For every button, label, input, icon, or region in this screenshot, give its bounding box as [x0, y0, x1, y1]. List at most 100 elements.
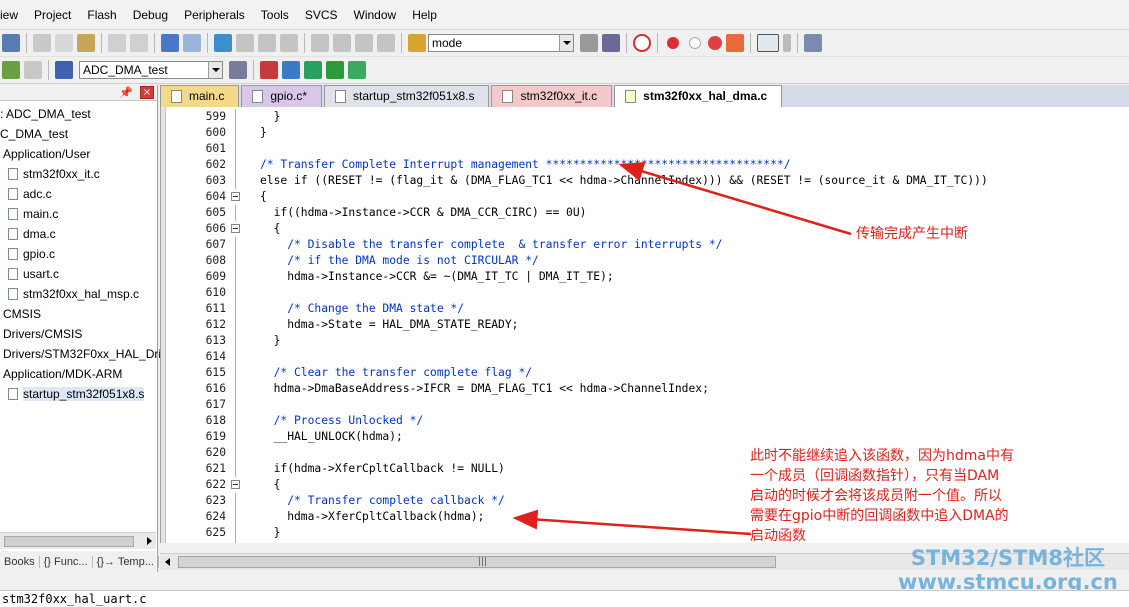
arrow-left-icon[interactable] — [165, 558, 170, 566]
chevron-down-icon[interactable] — [783, 34, 791, 52]
find-combo[interactable]: mode — [428, 34, 574, 52]
nav-forward-icon[interactable] — [183, 34, 201, 52]
manage-rte-icon[interactable] — [326, 61, 344, 79]
tab-books[interactable]: Books — [0, 555, 40, 568]
target-select[interactable]: ADC_DMA_test — [79, 61, 223, 79]
project-file-item[interactable]: gpio.c — [0, 244, 156, 264]
file-icon — [8, 188, 18, 200]
disable-breakpoint-icon[interactable] — [689, 37, 701, 49]
menu-tools[interactable]: Tools — [261, 8, 289, 22]
tab-file[interactable]: startup_stm32f051x8.s — [324, 85, 490, 107]
file-icon — [502, 90, 514, 103]
code-line: 615 /* Clear the transfer complete flag … — [166, 365, 1129, 381]
project-item-label: CMSIS — [3, 307, 42, 321]
toolbar-separator — [48, 60, 49, 80]
chevron-down-icon[interactable] — [208, 62, 222, 78]
project-group-item[interactable]: Drivers/CMSIS — [0, 324, 156, 344]
window-layout-icon[interactable] — [757, 34, 779, 52]
uncomment-icon[interactable] — [377, 34, 395, 52]
cut-icon[interactable] — [33, 34, 51, 52]
project-item-label: usart.c — [23, 267, 60, 281]
indent-icon[interactable] — [311, 34, 329, 52]
annotation-line: 启动函数 — [750, 528, 806, 544]
incremental-find-icon[interactable] — [602, 34, 620, 52]
clear-bookmarks-icon[interactable] — [280, 34, 298, 52]
code-text: } — [260, 110, 281, 123]
menu-peripherals[interactable]: Peripherals — [184, 8, 245, 22]
project-file-item[interactable]: main.c — [0, 204, 156, 224]
tab-functions[interactable]: {} Func... — [40, 555, 93, 568]
menu-window[interactable]: Window — [354, 8, 397, 22]
chevron-down-icon[interactable] — [559, 35, 573, 51]
project-group-item[interactable]: : ADC_DMA_test — [0, 104, 156, 124]
tab-templates[interactable]: {}→ Temp... — [93, 555, 159, 568]
project-group-item[interactable]: Drivers/STM32F0xx_HAL_Driv — [0, 344, 167, 364]
tab-file[interactable]: gpio.c* — [241, 85, 323, 107]
configure-icon[interactable] — [804, 34, 822, 52]
menu-debug[interactable]: Debug — [133, 8, 168, 22]
project-file-item[interactable]: dma.c — [0, 224, 156, 244]
unindent-icon[interactable] — [333, 34, 351, 52]
undo-icon[interactable] — [108, 34, 126, 52]
redo-icon[interactable] — [130, 34, 148, 52]
kill-breakpoints-icon[interactable] — [708, 36, 722, 50]
file-icon — [8, 248, 18, 260]
save-all-icon[interactable] — [2, 34, 20, 52]
project-group-item[interactable]: CMSIS — [0, 304, 156, 324]
tab-file[interactable]: stm32f0xx_it.c — [491, 85, 613, 107]
manage-project-icon[interactable] — [260, 61, 278, 79]
clear-breakpoints-icon[interactable] — [726, 34, 744, 52]
prev-bookmark-icon[interactable] — [236, 34, 254, 52]
find-icon[interactable] — [580, 34, 598, 52]
copy-icon[interactable] — [55, 34, 73, 52]
build-icon[interactable] — [24, 61, 42, 79]
scroll-thumb[interactable] — [178, 556, 776, 568]
menu-project[interactable]: Project — [34, 8, 71, 22]
project-file-item[interactable]: stm32f0xx_it.c — [0, 164, 156, 184]
project-hscrollbar[interactable] — [0, 532, 156, 549]
menu-svcs[interactable]: SVCS — [305, 8, 338, 22]
comment-icon[interactable] — [355, 34, 373, 52]
scroll-thumb[interactable] — [4, 536, 134, 547]
project-group-item[interactable]: Application/MDK-ARM — [0, 364, 156, 384]
tab-file[interactable]: main.c — [160, 85, 240, 107]
select-packs-icon[interactable] — [282, 61, 300, 79]
project-item-label: : ADC_DMA_test — [0, 107, 91, 121]
find-in-files-icon[interactable] — [408, 34, 426, 52]
project-file-item[interactable]: stm32f0xx_hal_msp.c — [0, 284, 156, 304]
project-file-item[interactable]: usart.c — [0, 264, 156, 284]
code-text: /* Clear the transfer complete flag */ — [260, 366, 533, 379]
arrow-right-icon[interactable] — [147, 537, 152, 545]
toolbar-separator — [797, 33, 798, 53]
load-icon[interactable] — [55, 61, 73, 79]
line-number: 606 — [205, 222, 226, 235]
project-group-item[interactable]: Application/User — [0, 144, 156, 164]
menu-view[interactable]: iew — [0, 8, 18, 22]
pack-installer-icon[interactable] — [348, 61, 366, 79]
fold-toggle-icon[interactable] — [231, 224, 240, 233]
fold-toggle-icon[interactable] — [231, 480, 240, 489]
breakpoint-icon[interactable] — [667, 37, 679, 49]
tab-file[interactable]: stm32f0xx_hal_dma.c — [614, 85, 783, 107]
project-item-label: startup_stm32f051x8.s — [23, 387, 145, 401]
code-line: 605 if((hdma->Instance->CCR & DMA_CCR_CI… — [166, 205, 1129, 221]
file-icon — [252, 90, 264, 103]
fold-guide — [235, 541, 236, 543]
project-group-item[interactable]: C_DMA_test — [0, 124, 156, 144]
menu-flash[interactable]: Flash — [87, 8, 116, 22]
fold-toggle-icon[interactable] — [231, 192, 240, 201]
nav-back-icon[interactable] — [161, 34, 179, 52]
next-bookmark-icon[interactable] — [258, 34, 276, 52]
run-time-env-icon[interactable] — [304, 61, 322, 79]
pin-icon[interactable]: 📌 — [119, 86, 133, 99]
annotation-callback-note: 此时不能继续追入该函数，因为hdma中有 一个成员（回调函数指针），只有当DAM 启… — [750, 446, 1050, 546]
close-icon[interactable]: × — [140, 86, 154, 99]
paste-icon[interactable] — [77, 34, 95, 52]
debug-session-icon[interactable] — [633, 34, 651, 52]
target-options-icon[interactable] — [229, 61, 247, 79]
project-file-item[interactable]: startup_stm32f051x8.s — [0, 384, 156, 404]
bookmark-icon[interactable] — [214, 34, 232, 52]
translate-icon[interactable] — [2, 61, 20, 79]
project-file-item[interactable]: adc.c — [0, 184, 156, 204]
menu-help[interactable]: Help — [412, 8, 437, 22]
